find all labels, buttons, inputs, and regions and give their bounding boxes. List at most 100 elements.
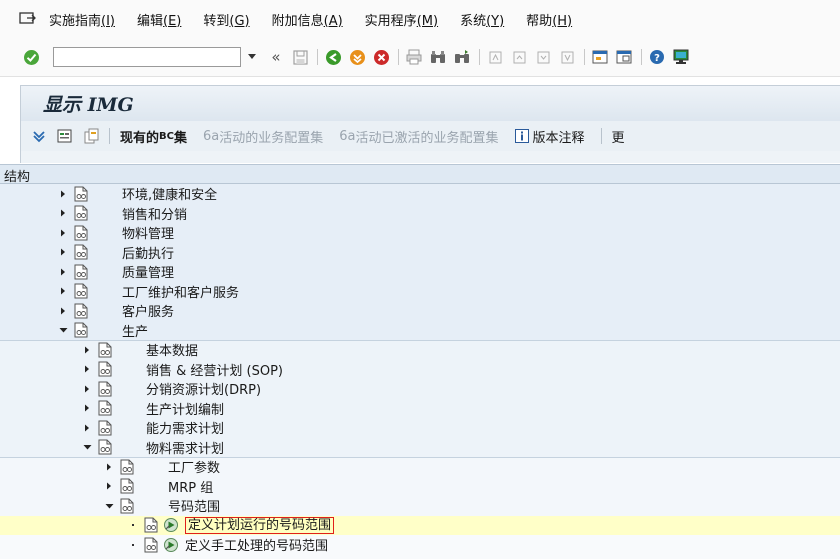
expand-node-icon[interactable] [82,383,92,395]
documentation-icon[interactable] [74,303,88,319]
current-bc-set-button[interactable]: 现有的 BC 集 [120,127,187,146]
documentation-icon[interactable] [144,517,158,533]
execute-activity-icon[interactable] [163,537,179,553]
tree-node-label[interactable]: 销售和分销 [122,204,187,223]
documentation-icon[interactable] [98,342,112,358]
tree-node-label[interactable]: 质量管理 [122,262,174,281]
find-next-icon[interactable] [453,48,471,66]
documentation-icon[interactable] [144,537,158,553]
new-session-icon[interactable] [591,48,609,66]
tree-node-label[interactable]: 工厂参数 [168,457,220,476]
command-field[interactable] [53,47,241,67]
tree-node[interactable]: 工厂维护和客户服务 [0,282,840,302]
tree-node[interactable]: 号码范围 [0,496,840,516]
documentation-icon[interactable] [98,400,112,416]
expand-node-icon[interactable] [82,422,92,434]
previous-page-icon[interactable] [510,48,528,66]
tree-node[interactable]: 定义计划运行的号码范围 [0,515,840,535]
expand-node-icon[interactable] [58,305,68,317]
expand-node-icon[interactable] [104,461,114,473]
tree-node[interactable]: 基本数据 [0,340,840,360]
tree-node-label[interactable]: 客户服务 [122,301,174,320]
collapse-node-icon[interactable] [82,441,92,453]
documentation-icon[interactable] [74,264,88,280]
expand-node-icon[interactable] [82,344,92,356]
tree-node[interactable]: 定义手工处理的号码范围 [0,535,840,555]
documentation-icon[interactable] [98,420,112,436]
tree-node-label[interactable]: 分销资源计划(DRP) [146,379,261,398]
expand-node-icon[interactable] [82,402,92,414]
next-page-icon[interactable] [534,48,552,66]
create-shortcut-icon[interactable] [615,48,633,66]
tree-node[interactable]: 生产 [0,321,840,341]
activated-bc-set-button[interactable]: 6a 活动已激活的业务配置集 [339,127,498,146]
exit-icon[interactable] [348,48,366,66]
more-button[interactable]: 更 [612,127,625,146]
tree-node-label[interactable]: MRP 组 [168,477,213,496]
expand-subtree-icon[interactable] [31,128,47,144]
tree-node[interactable]: 质量管理 [0,262,840,282]
find-icon[interactable] [429,48,447,66]
tree-node-label[interactable]: 物料需求计划 [146,438,224,457]
cancel-icon[interactable] [372,48,390,66]
documentation-icon[interactable] [120,459,134,475]
documentation-icon[interactable] [74,322,88,338]
tree-node-label[interactable]: 定义计划运行的号码范围 [185,516,335,534]
customize-layout-icon[interactable] [672,48,690,66]
collapse-node-icon[interactable] [104,500,114,512]
collapse-toolbar-icon[interactable]: « [267,48,285,66]
tree-node-label[interactable]: 生产 [122,321,148,340]
expand-node-icon[interactable] [82,363,92,375]
menu-system[interactable]: 系统(Y) [460,10,504,29]
documentation-icon[interactable] [74,186,88,202]
copy-document-icon[interactable] [83,128,99,144]
menu-extras[interactable]: 附加信息(A) [272,10,343,29]
tree-node-label[interactable]: 工厂维护和客户服务 [122,282,239,301]
system-menu-icon[interactable] [19,12,37,26]
release-notes-button[interactable]: 版本注释 [514,127,585,146]
menu-edit[interactable]: 编辑(E) [137,10,181,29]
tree-node-label[interactable]: 后勤执行 [122,243,174,262]
expand-node-icon[interactable] [58,227,68,239]
execute-activity-icon[interactable] [163,517,179,533]
documentation-icon[interactable] [98,439,112,455]
menu-implementation-guide[interactable]: 实施指南(I) [49,10,115,29]
tree-node[interactable]: 分销资源计划(DRP) [0,379,840,399]
tree-node-label[interactable]: 销售 & 经营计划 (SOP) [146,360,283,379]
tree-node-label[interactable]: 生产计划编制 [146,399,224,418]
tree-node[interactable]: 销售 & 经营计划 (SOP) [0,360,840,380]
tree-node-label[interactable]: 物料管理 [122,223,174,242]
command-history-dropdown-icon[interactable] [245,48,259,66]
expand-node-icon[interactable] [58,266,68,278]
documentation-icon[interactable] [74,225,88,241]
tree-node-label[interactable]: 号码范围 [168,496,220,515]
documentation-icon[interactable] [74,283,88,299]
documentation-icon[interactable] [98,381,112,397]
documentation-icon[interactable] [120,478,134,494]
where-used-icon[interactable] [57,128,73,144]
documentation-icon[interactable] [74,205,88,221]
expand-node-icon[interactable] [58,188,68,200]
back-icon[interactable] [324,48,342,66]
tree-node[interactable]: 后勤执行 [0,243,840,263]
expand-node-icon[interactable] [104,480,114,492]
tree-node[interactable]: 能力需求计划 [0,418,840,438]
tree-node[interactable]: 生产计划编制 [0,399,840,419]
tree-node-label[interactable]: 基本数据 [146,340,198,359]
tree-node-label[interactable]: 定义手工处理的号码范围 [185,535,328,554]
active-bc-set-button[interactable]: 6a 活动的业务配置集 [203,127,323,146]
collapse-node-icon[interactable] [58,324,68,336]
print-icon[interactable] [405,48,423,66]
tree-node[interactable]: 客户服务 [0,301,840,321]
first-page-icon[interactable] [486,48,504,66]
documentation-icon[interactable] [74,244,88,260]
documentation-icon[interactable] [120,498,134,514]
expand-node-icon[interactable] [58,285,68,297]
tree-node[interactable]: 工厂参数 [0,457,840,477]
tree-node-label[interactable]: 环境,健康和安全 [122,184,217,203]
tree-node[interactable]: 环境,健康和安全 [0,184,840,204]
tree-node[interactable]: 物料管理 [0,223,840,243]
tree-node[interactable]: 物料需求计划 [0,438,840,458]
tree-node[interactable]: MRP 组 [0,477,840,497]
last-page-icon[interactable] [558,48,576,66]
